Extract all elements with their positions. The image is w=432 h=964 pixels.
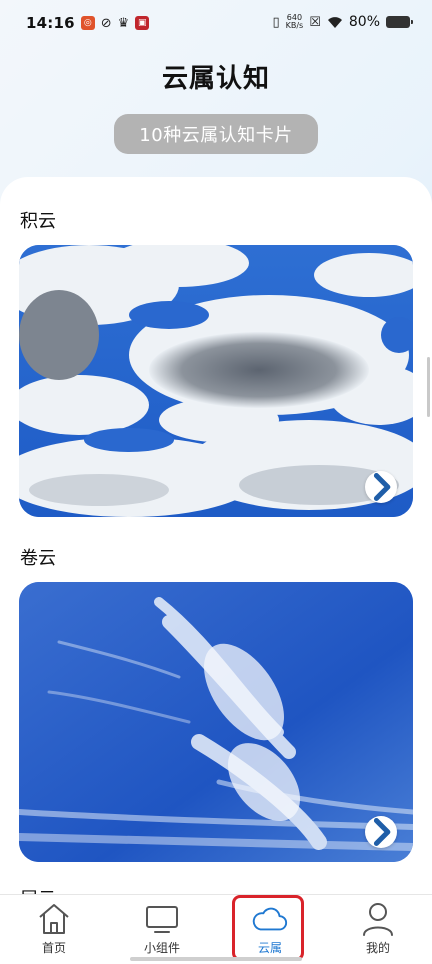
- status-time: 14:16: [26, 14, 75, 32]
- vibrate-icon: ▯: [272, 14, 280, 30]
- cloud-icon: [251, 901, 289, 937]
- cirrus-card[interactable]: [19, 582, 413, 862]
- user-icon: [359, 901, 397, 937]
- nav-profile[interactable]: 我的: [324, 895, 432, 964]
- chevron-right-icon: [373, 818, 391, 846]
- nav-widgets-label: 小组件: [143, 941, 180, 955]
- sync-icon: ⊘: [100, 15, 112, 31]
- nav-clouds-label: 云属: [257, 941, 282, 955]
- home-icon: [35, 901, 73, 937]
- page-title: 云属认知: [161, 64, 270, 94]
- network-speed-unit: KB/s: [285, 21, 304, 30]
- sim-off-icon: ☒: [309, 14, 321, 30]
- nav-home-label: 首页: [41, 941, 66, 955]
- status-right: ▯ 640 KB/s ☒ 80%: [272, 14, 413, 30]
- chevron-right-icon: [373, 473, 391, 501]
- cumulus-photo: [19, 245, 413, 517]
- status-left: 14:16 ◎ ⊘ ♛ ▣: [26, 14, 150, 32]
- section-title-cirrus: 卷云: [20, 548, 56, 569]
- cumulus-arrow-button[interactable]: [365, 471, 397, 503]
- section-title-cumulus: 积云: [20, 211, 56, 232]
- wifi-icon: [327, 16, 342, 28]
- cloud-cards-button[interactable]: 10种云属认知卡片: [114, 114, 318, 154]
- monitor-icon: [143, 901, 181, 937]
- status-bar: 14:16 ◎ ⊘ ♛ ▣ ▯ 640 KB/s ☒ 80%: [0, 0, 432, 52]
- bottom-nav: 首页 小组件 云属 我的: [0, 894, 432, 964]
- scrollbar[interactable]: [427, 357, 430, 417]
- cirrus-arrow-button[interactable]: [365, 816, 397, 848]
- nav-clouds[interactable]: 云属: [216, 895, 324, 964]
- app-screen: 14:16 ◎ ⊘ ♛ ▣ ▯ 640 KB/s ☒ 80% 云属认知 10种云…: [0, 0, 432, 964]
- cumulus-card[interactable]: [19, 245, 413, 517]
- nav-widgets[interactable]: 小组件: [108, 895, 216, 964]
- crown-icon: ♛: [117, 15, 130, 31]
- content-panel: 积云 卷云: [0, 177, 432, 964]
- nav-home[interactable]: 首页: [0, 895, 108, 964]
- battery-icon: [386, 16, 413, 28]
- app-badge-icon: ▣: [135, 16, 150, 30]
- home-indicator: [130, 957, 302, 961]
- network-speed: 640 KB/s: [286, 14, 304, 30]
- battery-percent: 80%: [348, 14, 380, 30]
- nav-profile-label: 我的: [365, 941, 390, 955]
- app-notification-icon: ◎: [80, 16, 95, 30]
- cirrus-photo: [19, 582, 413, 862]
